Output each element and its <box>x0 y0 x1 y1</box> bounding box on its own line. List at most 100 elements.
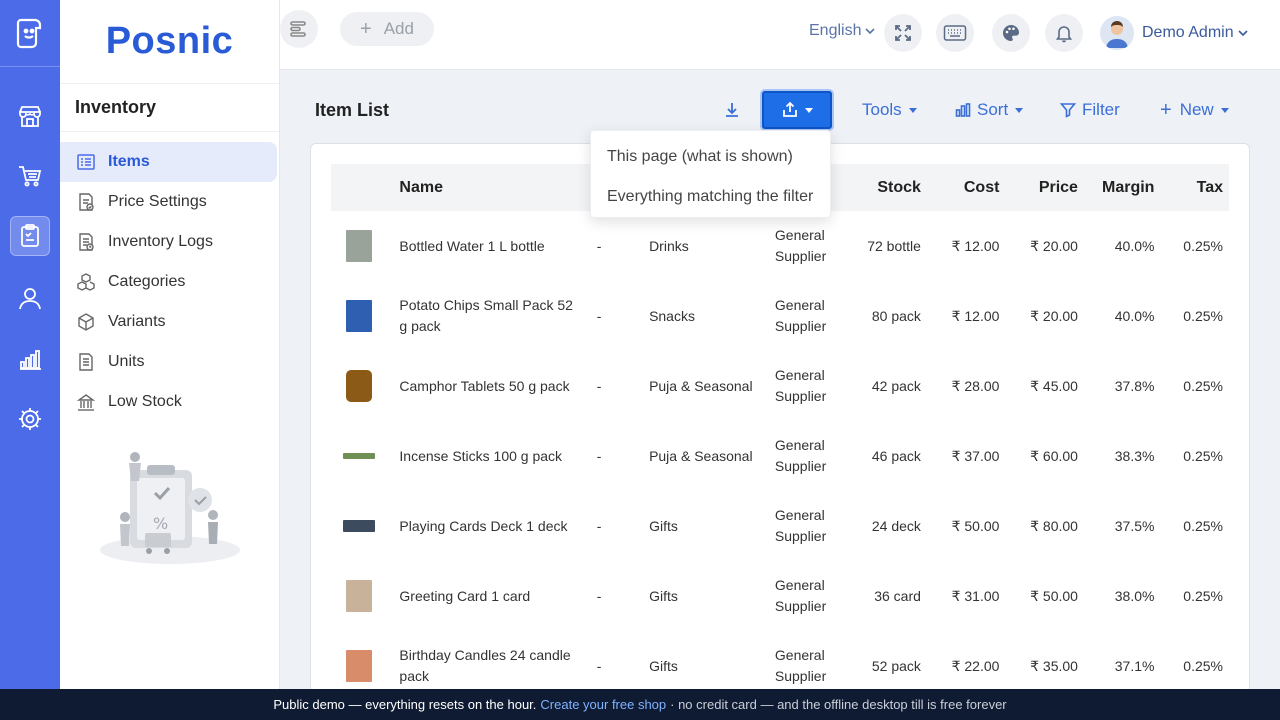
cell-stock: 46 pack <box>871 447 921 464</box>
inventory-illustration: % <box>95 445 245 570</box>
table-row[interactable]: Greeting Card 1 card - Gifts General Suppli… <box>331 561 1229 631</box>
table-row[interactable]: Bottled Water 1 L bottle - Drinks General S… <box>331 211 1229 281</box>
table-row[interactable]: Playing Cards Deck 1 deck - Gifts General S… <box>331 491 1229 561</box>
cell-thumbnail <box>331 211 393 281</box>
sidebar-item-inventory-logs[interactable]: Inventory Logs <box>60 222 277 262</box>
inventory-icon[interactable] <box>10 216 50 256</box>
sidebar-item-label: Units <box>108 353 145 370</box>
column-header-tax[interactable]: Tax <box>1160 164 1229 211</box>
product-thumbnail <box>343 230 375 262</box>
page-title: Item List <box>315 100 390 120</box>
app-logo-icon[interactable] <box>10 12 50 52</box>
units-icon <box>75 351 97 373</box>
cell-price: ₹ 20.00 <box>1030 307 1078 324</box>
table-body: Bottled Water 1 L bottle - Drinks General S… <box>331 211 1229 701</box>
tools-button[interactable]: Tools <box>862 92 917 128</box>
cell-supplier: General Supplier <box>774 297 827 334</box>
table-row[interactable]: Camphor Tablets 50 g pack - Puja & Seasona… <box>331 351 1229 421</box>
cell-name: Bottled Water 1 L bottle <box>399 237 545 254</box>
table-row[interactable]: Potato Chips Small Pack 52 g pack - Snacks… <box>331 281 1229 351</box>
reports-icon[interactable] <box>10 339 50 379</box>
cell-sku: - <box>596 447 602 464</box>
item-list-card: Name Stock Cost Price Margin Tax Bottled… <box>310 143 1250 703</box>
cell-price: ₹ 50.00 <box>1030 587 1078 604</box>
column-header-cost[interactable]: Cost <box>927 164 1006 211</box>
cell-supplier: General Supplier <box>774 437 827 474</box>
filter-button[interactable]: Filter <box>1060 92 1120 128</box>
cell-supplier: General Supplier <box>774 577 827 614</box>
cell-stock: 42 pack <box>871 377 921 394</box>
cart-icon[interactable] <box>10 156 50 196</box>
add-button[interactable]: + Add <box>340 12 434 46</box>
sidebar-item-units[interactable]: Units <box>60 342 277 382</box>
sidebar-item-price-settings[interactable]: Price Settings <box>60 182 277 222</box>
cell-thumbnail <box>331 421 393 491</box>
cell-thumbnail <box>331 351 393 421</box>
language-select[interactable]: English <box>809 22 876 40</box>
cell-thumbnail <box>331 491 393 561</box>
cell-supplier: General Supplier <box>774 367 827 404</box>
fullscreen-icon[interactable] <box>884 14 922 52</box>
user-icon[interactable] <box>10 278 50 318</box>
chevron-down-icon <box>1015 107 1024 113</box>
settings-gear-icon[interactable] <box>10 399 50 439</box>
export-option-this-page[interactable]: This page (what is shown) <box>591 137 830 177</box>
cell-price: ₹ 80.00 <box>1030 517 1078 534</box>
cell-cost: ₹ 28.00 <box>951 377 1000 394</box>
categories-icon <box>75 271 97 293</box>
cell-stock: 72 bottle <box>867 237 921 254</box>
chevron-down-icon <box>1238 30 1248 37</box>
cell-name: Camphor Tablets 50 g pack <box>399 377 570 394</box>
cell-category: Gifts <box>649 587 678 604</box>
chevron-down-icon <box>865 28 876 35</box>
column-header-stock[interactable]: Stock <box>859 164 926 211</box>
cell-name: Playing Cards Deck 1 deck <box>399 517 568 534</box>
item-table: Name Stock Cost Price Margin Tax Bottled… <box>331 164 1229 701</box>
items-icon <box>75 151 97 173</box>
sort-button[interactable]: Sort <box>955 92 1024 128</box>
demo-footer-banner: Public demo — everything resets on the h… <box>0 689 1280 720</box>
cell-tax: 0.25% <box>1183 447 1223 464</box>
chevron-down-icon <box>804 107 813 113</box>
export-button[interactable] <box>762 91 832 129</box>
cell-stock: 36 card <box>874 587 921 604</box>
sidebar-item-low-stock[interactable]: Low Stock <box>60 382 277 422</box>
user-menu[interactable]: Demo Admin <box>1100 16 1249 50</box>
brand-logo[interactable]: Posnic <box>60 0 279 84</box>
store-icon[interactable] <box>10 96 50 136</box>
cell-sku: - <box>596 377 602 394</box>
cell-margin: 37.5% <box>1114 517 1155 534</box>
sidebar: Posnic Inventory Items Price Settings In… <box>60 0 280 689</box>
cell-cost: ₹ 12.00 <box>951 307 1000 324</box>
create-shop-link[interactable]: Create your free shop <box>540 697 666 712</box>
cell-sku: - <box>596 307 602 324</box>
sidebar-item-variants[interactable]: Variants <box>60 302 277 342</box>
download-button[interactable] <box>723 92 747 128</box>
cell-margin: 40.0% <box>1114 237 1155 254</box>
menu-toggle-icon[interactable] <box>280 10 318 48</box>
cell-category: Snacks <box>649 307 695 324</box>
theme-palette-icon[interactable] <box>992 14 1030 52</box>
sidebar-item-items[interactable]: Items <box>60 142 277 182</box>
cell-thumbnail <box>331 561 393 631</box>
keyboard-icon[interactable] <box>936 14 974 52</box>
new-button[interactable]: + New <box>1160 92 1229 128</box>
sidebar-item-categories[interactable]: Categories <box>60 262 277 302</box>
sidebar-item-label: Items <box>108 153 150 170</box>
sidebar-section-title: Inventory <box>60 84 279 132</box>
column-header-margin[interactable]: Margin <box>1084 164 1161 211</box>
table-row[interactable]: Incense Sticks 100 g pack - Puja & Seasona… <box>331 421 1229 491</box>
cell-price: ₹ 45.00 <box>1030 377 1078 394</box>
column-header-price[interactable]: Price <box>1005 164 1084 211</box>
product-thumbnail <box>343 300 375 332</box>
variants-icon <box>75 311 97 333</box>
notifications-bell-icon[interactable] <box>1045 14 1083 52</box>
cell-cost: ₹ 12.00 <box>951 237 1000 254</box>
cell-tax: 0.25% <box>1183 377 1223 394</box>
upload-icon <box>782 101 797 117</box>
cell-cost: ₹ 50.00 <box>951 517 1000 534</box>
inventory-logs-icon <box>75 231 97 253</box>
sidebar-nav: Items Price Settings Inventory Logs Cate… <box>60 132 279 422</box>
export-option-everything[interactable]: Everything matching the filter <box>591 177 830 217</box>
column-header-name[interactable]: Name <box>393 164 590 211</box>
